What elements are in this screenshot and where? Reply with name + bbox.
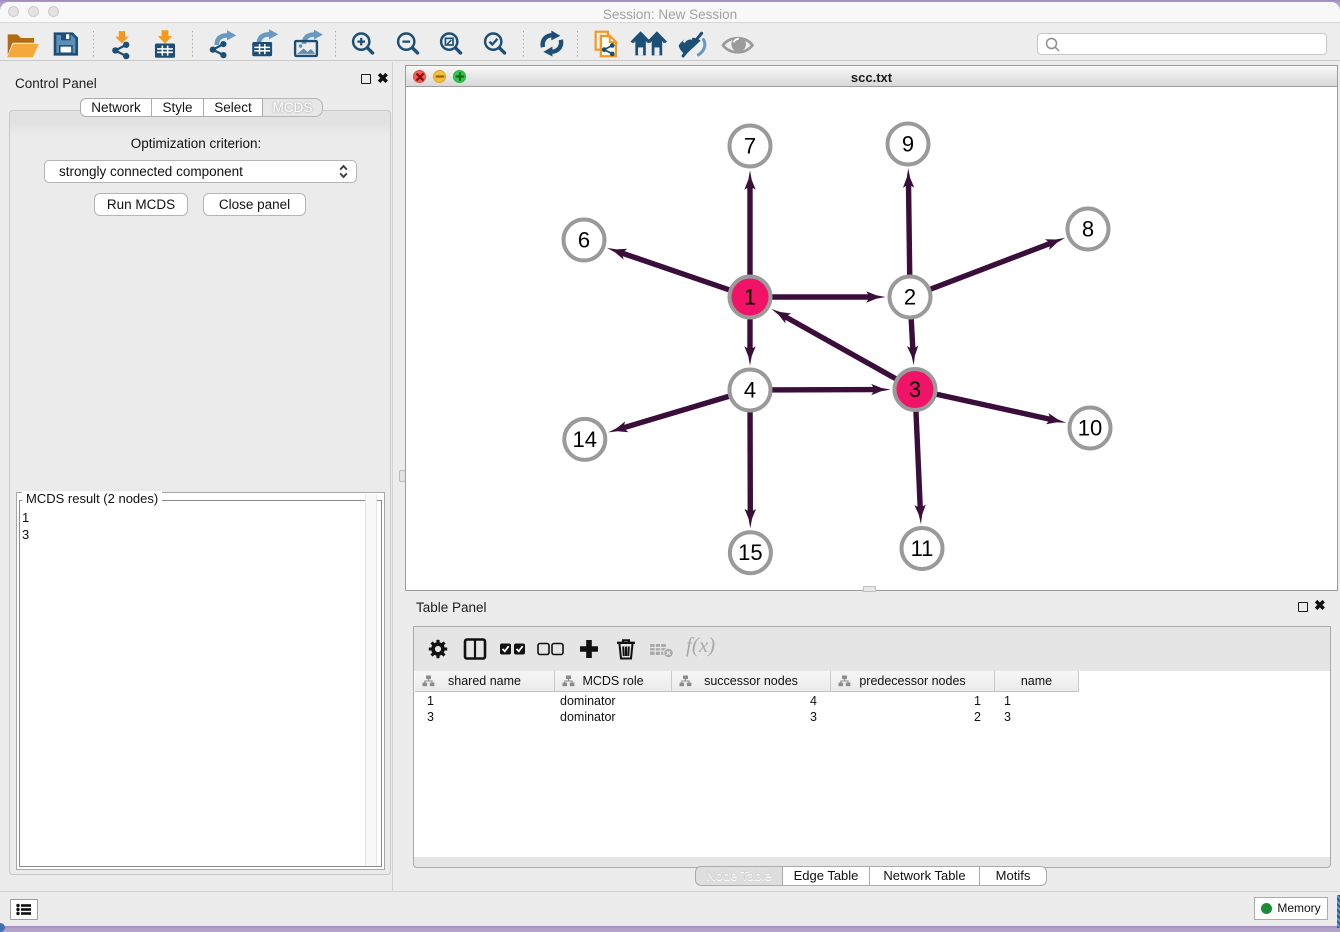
svg-text:11: 11 bbox=[911, 536, 934, 561]
svg-text:2: 2 bbox=[904, 285, 916, 310]
svg-text:10: 10 bbox=[1078, 416, 1102, 441]
svg-text:14: 14 bbox=[573, 427, 597, 452]
svg-text:6: 6 bbox=[578, 228, 590, 253]
svg-text:15: 15 bbox=[738, 540, 762, 565]
svg-text:4: 4 bbox=[744, 378, 756, 403]
svg-text:9: 9 bbox=[902, 132, 914, 157]
svg-text:1: 1 bbox=[744, 285, 756, 310]
svg-text:8: 8 bbox=[1082, 217, 1094, 242]
svg-text:3: 3 bbox=[909, 377, 921, 402]
svg-text:7: 7 bbox=[744, 134, 756, 159]
